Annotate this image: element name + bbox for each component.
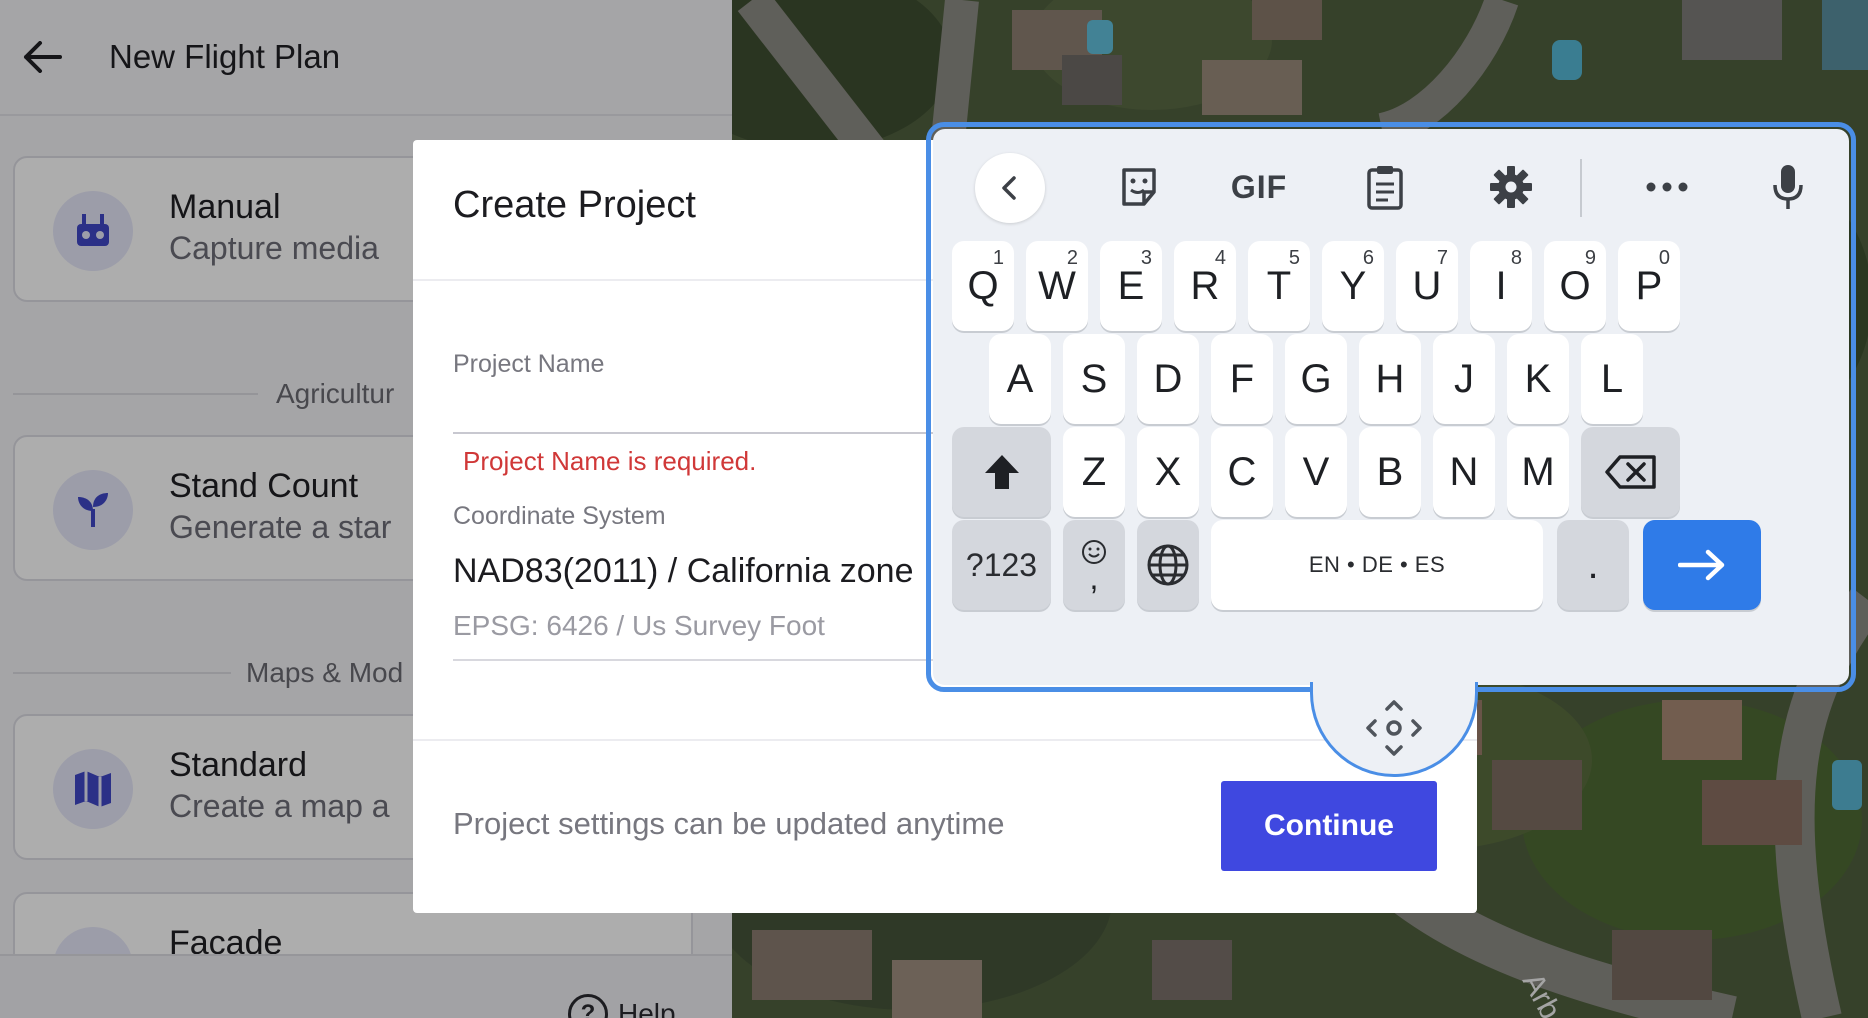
- key-w[interactable]: W2: [1026, 241, 1088, 331]
- key-v[interactable]: V: [1285, 427, 1347, 517]
- arrow-right-icon: [1678, 549, 1725, 581]
- key-m[interactable]: M: [1507, 427, 1569, 517]
- enter-key[interactable]: [1643, 520, 1761, 610]
- keyboard-body: GIF Q1 W2 E3 R4 T5 Y6 U7 I8 O9 P0 A S D …: [933, 129, 1849, 685]
- more-icon[interactable]: [1637, 157, 1697, 217]
- backspace-icon: [1604, 455, 1656, 489]
- key-d[interactable]: D: [1137, 334, 1199, 424]
- key-label: Y: [1339, 263, 1367, 308]
- key-label: I: [1495, 263, 1507, 308]
- key-label: Q: [967, 263, 999, 308]
- key-z[interactable]: Z: [1063, 427, 1125, 517]
- sticker-icon[interactable]: [1109, 157, 1169, 217]
- coordinate-system-label: Coordinate System: [453, 502, 666, 530]
- key-r[interactable]: R4: [1174, 241, 1236, 331]
- key-hint: 5: [1288, 247, 1300, 269]
- symbols-key[interactable]: ?123: [952, 520, 1051, 610]
- key-label: T: [1266, 263, 1292, 308]
- toolbar-separator: [1580, 159, 1582, 217]
- key-q[interactable]: Q1: [952, 241, 1014, 331]
- dialog-title: Create Project: [453, 184, 696, 226]
- key-h[interactable]: H: [1359, 334, 1421, 424]
- key-i[interactable]: I8: [1470, 241, 1532, 331]
- keyboard-toolbar: GIF: [933, 129, 1849, 239]
- key-hint: 4: [1214, 247, 1226, 269]
- space-key[interactable]: EN • DE • ES: [1211, 520, 1543, 610]
- chevron-left-icon[interactable]: [975, 153, 1045, 223]
- project-name-label: Project Name: [453, 350, 605, 378]
- backspace-key[interactable]: [1581, 427, 1680, 517]
- key-hint: 9: [1584, 247, 1596, 269]
- key-b[interactable]: B: [1359, 427, 1421, 517]
- settings-note: Project settings can be updated anytime: [453, 806, 1005, 841]
- key-c[interactable]: C: [1211, 427, 1273, 517]
- shift-key[interactable]: [952, 427, 1051, 517]
- period-key[interactable]: .: [1557, 520, 1629, 610]
- key-hint: 8: [1510, 247, 1522, 269]
- comma-label: ,: [1089, 560, 1099, 596]
- key-x[interactable]: X: [1137, 427, 1199, 517]
- key-u[interactable]: U7: [1396, 241, 1458, 331]
- key-label: P: [1635, 263, 1663, 308]
- key-n[interactable]: N: [1433, 427, 1495, 517]
- microphone-icon[interactable]: [1763, 157, 1813, 217]
- floating-keyboard: GIF Q1 W2 E3 R4 T5 Y6 U7 I8 O9 P0 A S D …: [926, 122, 1856, 692]
- coordinate-system-epsg: EPSG: 6426 / Us Survey Foot: [453, 610, 825, 641]
- globe-icon: [1147, 544, 1189, 586]
- key-label: U: [1412, 263, 1442, 308]
- key-label: O: [1559, 263, 1591, 308]
- key-a[interactable]: A: [989, 334, 1051, 424]
- dialog-divider: [413, 739, 1477, 741]
- key-s[interactable]: S: [1063, 334, 1125, 424]
- coordinate-system-value[interactable]: NAD83(2011) / California zone: [453, 552, 914, 591]
- key-p[interactable]: P0: [1618, 241, 1680, 331]
- key-e[interactable]: E3: [1100, 241, 1162, 331]
- key-t[interactable]: T5: [1248, 241, 1310, 331]
- key-label: R: [1190, 263, 1220, 308]
- key-hint: 7: [1436, 247, 1448, 269]
- clipboard-icon[interactable]: [1355, 157, 1415, 217]
- key-j[interactable]: J: [1433, 334, 1495, 424]
- continue-button[interactable]: Continue: [1221, 781, 1437, 871]
- key-hint: 2: [1066, 247, 1078, 269]
- key-f[interactable]: F: [1211, 334, 1273, 424]
- project-name-error: Project Name is required.: [463, 446, 757, 476]
- shift-icon: [984, 455, 1019, 489]
- key-label: W: [1038, 263, 1076, 308]
- key-k[interactable]: K: [1507, 334, 1569, 424]
- key-y[interactable]: Y6: [1322, 241, 1384, 331]
- key-g[interactable]: G: [1285, 334, 1347, 424]
- move-icon: [1366, 700, 1422, 756]
- emoji-comma-key[interactable]: ,: [1063, 520, 1125, 610]
- key-hint: 0: [1658, 247, 1670, 269]
- key-hint: 1: [992, 247, 1004, 269]
- key-hint: 3: [1140, 247, 1152, 269]
- gif-icon[interactable]: GIF: [1209, 157, 1309, 217]
- key-hint: 6: [1362, 247, 1374, 269]
- key-l[interactable]: L: [1581, 334, 1643, 424]
- key-o[interactable]: O9: [1544, 241, 1606, 331]
- gear-icon[interactable]: [1481, 157, 1541, 217]
- language-key[interactable]: [1137, 520, 1199, 610]
- key-label: E: [1117, 263, 1145, 308]
